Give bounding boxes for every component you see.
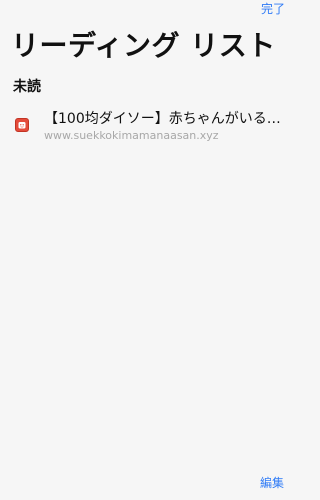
list-item-title: 【100均ダイソー】赤ちゃんがいる… <box>44 111 281 127</box>
list-item[interactable]: 【100均ダイソー】赤ちゃんがいる… www.suekkokimamanaasa… <box>0 106 297 148</box>
section-header-unread: 未読 <box>13 79 41 95</box>
list-item-url: www.suekkokimamanaasan.xyz <box>44 129 219 142</box>
site-favicon-icon <box>15 118 29 132</box>
edit-button[interactable]: 編集 <box>260 475 284 491</box>
done-button[interactable]: 完了 <box>261 1 285 17</box>
page-title: リーディング リスト <box>11 29 276 62</box>
